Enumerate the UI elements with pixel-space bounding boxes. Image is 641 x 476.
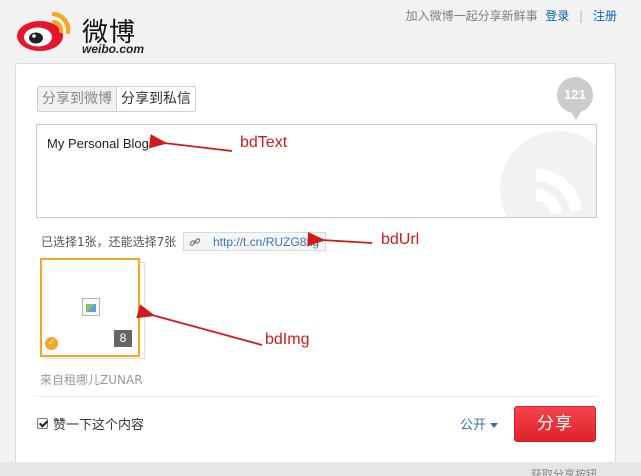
annotation-bdimg: bdImg [265,331,310,348]
arrow-bdurl [307,231,373,247]
annotation-arrows [136,134,373,346]
arrow-bdtext [148,134,233,152]
annotation-bdurl: bdUrl [381,231,420,248]
annotation-bdtext: bdText [240,134,288,151]
arrow-bdimg [136,304,263,346]
